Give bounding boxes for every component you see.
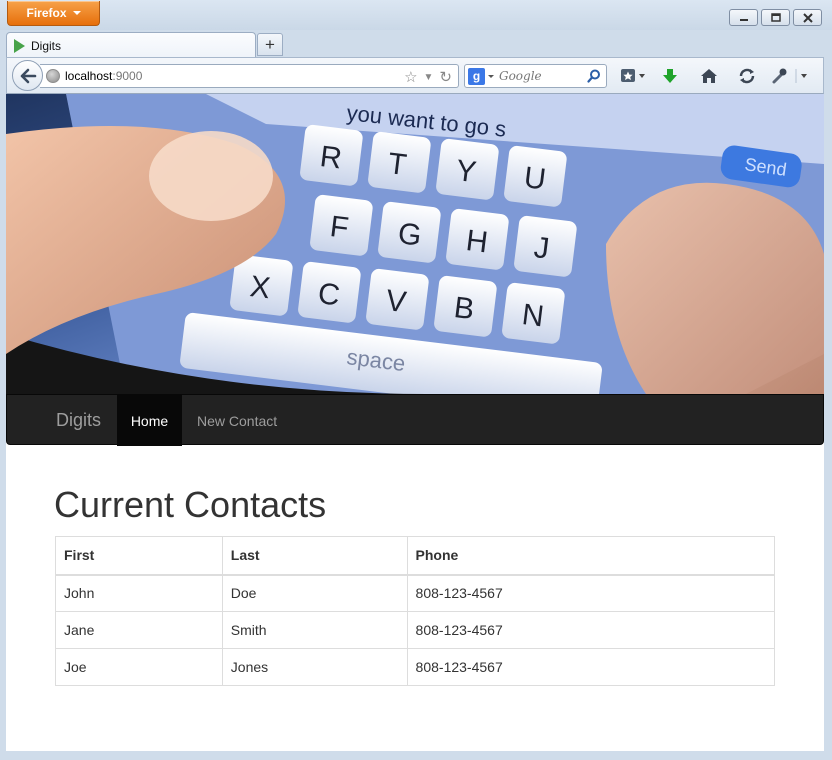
bookmarks-icon: [621, 69, 645, 82]
firefox-button-label: Firefox: [26, 6, 67, 20]
tab-digits[interactable]: Digits: [6, 32, 256, 59]
hero-key: U: [504, 145, 567, 207]
hero-key-label: X: [248, 270, 272, 305]
tab-strip: Digits +: [0, 30, 832, 59]
hero-key: V: [366, 268, 429, 330]
page-viewport: you want to go s Send RTYUFGHJXCVBN spac…: [6, 94, 824, 751]
keyboard-photo: you want to go s Send R T Y UF G H JX C V B N spac…: [6, 94, 824, 394]
downloads-button[interactable]: [649, 65, 691, 87]
bookmark-star-icon[interactable]: ☆: [404, 68, 417, 86]
close-button[interactable]: [793, 9, 822, 26]
restore-icon: [770, 12, 781, 22]
cell-last: Jones: [221, 648, 408, 686]
reload-icon[interactable]: ↻: [439, 68, 452, 86]
tab-title: Digits: [31, 39, 62, 53]
history-dropdown-icon[interactable]: ▼: [424, 72, 434, 83]
hero-image: you want to go s Send RTYUFGHJXCVBN spac…: [6, 94, 824, 394]
cell-phone: 808-123-4567: [406, 648, 776, 686]
chevron-down-icon[interactable]: [488, 74, 494, 78]
hero-key-label: N: [520, 298, 546, 333]
search-placeholder: Google: [499, 69, 542, 83]
minimize-icon: [739, 18, 748, 21]
hero-key: C: [298, 261, 361, 323]
eyedropper-icon: [772, 68, 807, 84]
table-row: John Doe 808-123-4567: [55, 574, 776, 612]
hero-key: G: [378, 201, 441, 263]
table-header-row: First Last Phone: [55, 536, 776, 576]
close-icon: [802, 12, 813, 23]
column-header-phone: Phone: [406, 536, 776, 576]
hero-key-label: C: [316, 277, 342, 312]
cell-last: Smith: [221, 611, 408, 649]
hero-key-label: Y: [454, 154, 478, 189]
hero-key-label: G: [396, 217, 423, 253]
back-button[interactable]: [12, 60, 43, 91]
cell-phone: 808-123-4567: [406, 574, 776, 612]
plus-icon: +: [265, 35, 275, 54]
hero-key: Y: [436, 138, 499, 200]
nav-home-label: Home: [130, 412, 169, 429]
globe-icon: [46, 69, 60, 83]
tools-menu-button[interactable]: [767, 65, 813, 87]
cell-last: Doe: [221, 574, 408, 612]
url-bar-actions: ☆ ▼ ↻: [404, 68, 452, 86]
search-icon[interactable]: [587, 69, 601, 83]
window-controls: [729, 9, 822, 26]
chevron-down-icon: [72, 11, 81, 15]
nav-item-new-contact[interactable]: New Contact: [197, 395, 277, 446]
navigation-toolbar: localhost :9000 ☆ ▼ ↻ g Google: [6, 57, 824, 94]
column-header-last: Last: [221, 536, 408, 576]
hero-key-label: U: [522, 161, 548, 196]
back-arrow-icon: [20, 68, 36, 83]
bookmarks-menu-button[interactable]: [617, 65, 649, 87]
search-bar[interactable]: g Google: [464, 64, 607, 88]
home-button[interactable]: [691, 65, 727, 87]
cell-first: Jane: [55, 611, 223, 649]
contacts-table: First Last Phone John Doe 808-123-4567 J…: [55, 536, 776, 686]
minimize-button[interactable]: [729, 9, 758, 26]
cell-phone: 808-123-4567: [406, 611, 776, 649]
url-bar[interactable]: localhost :9000 ☆ ▼ ↻: [40, 64, 459, 88]
hero-key: T: [368, 131, 431, 193]
hero-key: N: [502, 282, 565, 344]
new-tab-button[interactable]: +: [257, 33, 283, 56]
site-navbar: Digits Home New Contact: [6, 394, 824, 446]
url-port: :9000: [112, 69, 143, 83]
sync-button[interactable]: [727, 65, 767, 87]
window-titlebar: Firefox: [0, 0, 832, 30]
table-row: Jane Smith 808-123-4567: [55, 611, 776, 649]
hero-key: H: [446, 208, 509, 270]
url-host: localhost: [65, 69, 113, 83]
play-icon: [14, 39, 25, 53]
nav-new-contact-label: New Contact: [197, 412, 278, 429]
cell-first: John: [55, 574, 223, 612]
hero-key: B: [434, 275, 497, 337]
cell-first: Joe: [55, 648, 223, 686]
navbar-brand[interactable]: Digits: [56, 410, 101, 431]
hero-key: R: [300, 124, 363, 186]
page-title: Current Contacts: [54, 484, 327, 525]
table-row: Joe Jones 808-123-4567: [55, 648, 776, 686]
google-logo-icon[interactable]: g: [468, 67, 485, 85]
sync-icon: [739, 68, 755, 84]
hero-key-label: V: [384, 284, 408, 319]
hero-key: F: [310, 194, 373, 256]
home-icon: [701, 69, 717, 83]
toolbar-icons: [617, 65, 813, 87]
nav-item-home[interactable]: Home: [117, 395, 182, 446]
firefox-menu-button[interactable]: Firefox: [7, 1, 100, 26]
hero-key-label: H: [464, 224, 490, 259]
restore-button[interactable]: [761, 9, 790, 26]
column-header-first: First: [55, 536, 223, 576]
hero-key-label: R: [318, 140, 344, 175]
download-arrow-icon: [663, 69, 677, 83]
hero-key-label: B: [452, 291, 476, 326]
hero-key: J: [514, 215, 577, 277]
